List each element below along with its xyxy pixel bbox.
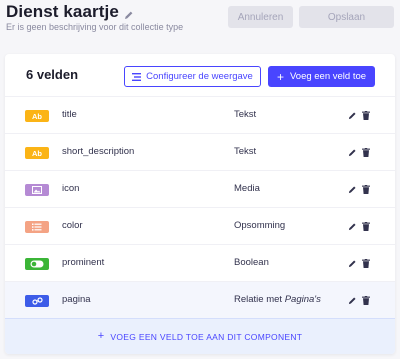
- field-name: prominent: [62, 257, 105, 268]
- header: Dienst kaartje Er is geen beschrijving v…: [0, 0, 400, 54]
- field-list: Ab title Tekst Ab short_description Teks…: [5, 96, 395, 318]
- field-type: Boolean: [234, 257, 269, 268]
- field-row[interactable]: color Opsomming: [5, 207, 395, 244]
- relation-icon: [25, 295, 49, 307]
- field-name: title: [62, 109, 77, 120]
- relation-target: Pagina's: [284, 294, 321, 305]
- edit-icon[interactable]: [348, 185, 357, 194]
- field-name: pagina: [62, 294, 91, 305]
- field-row[interactable]: pagina Relatie met Pagina's: [5, 281, 395, 318]
- field-row[interactable]: prominent Boolean: [5, 244, 395, 281]
- field-type: Media: [234, 183, 260, 194]
- field-name: color: [62, 220, 83, 231]
- enumeration-icon: [25, 221, 49, 233]
- fields-card: 6 velden Configureer de weergave + Voeg …: [5, 54, 395, 354]
- add-field-button[interactable]: + Voeg een veld toe: [268, 66, 375, 87]
- configure-view-button[interactable]: Configureer de weergave: [124, 66, 261, 87]
- trash-icon[interactable]: [362, 222, 370, 231]
- field-type: Tekst: [234, 109, 257, 120]
- edit-icon[interactable]: [348, 222, 357, 231]
- field-name: short_description: [62, 146, 135, 157]
- field-row[interactable]: Ab short_description Tekst: [5, 133, 395, 170]
- edit-icon[interactable]: [348, 148, 357, 157]
- text-icon: Ab: [25, 110, 49, 122]
- field-name: icon: [62, 183, 80, 194]
- field-row[interactable]: Ab title Tekst: [5, 96, 395, 133]
- trash-icon[interactable]: [362, 259, 370, 268]
- field-type: Opsomming: [234, 220, 286, 231]
- relation-type: Relatie met: [234, 294, 283, 305]
- media-icon: [25, 184, 49, 196]
- trash-icon[interactable]: [362, 111, 370, 120]
- page-title: Dienst kaartje: [6, 2, 119, 21]
- cancel-button[interactable]: Annuleren: [228, 6, 293, 28]
- plus-icon: +: [276, 69, 284, 84]
- field-row[interactable]: icon Media: [5, 170, 395, 207]
- trash-icon[interactable]: [362, 148, 370, 157]
- trash-icon[interactable]: [362, 185, 370, 194]
- boolean-icon: [25, 258, 49, 270]
- page-subtitle: Er is geen beschrijving voor dit collect…: [6, 22, 184, 32]
- list-settings-icon: [132, 72, 142, 81]
- trash-icon[interactable]: [362, 296, 370, 305]
- save-button[interactable]: Opslaan: [299, 6, 394, 28]
- card-header: 6 velden Configureer de weergave + Voeg …: [5, 54, 395, 96]
- configure-view-label: Configureer de weergave: [146, 71, 253, 82]
- add-component-field-button[interactable]: + VOEG EEN VELD TOE AAN DIT COMPONENT: [5, 318, 395, 354]
- add-field-label: Voeg een veld toe: [289, 71, 367, 82]
- edit-icon[interactable]: [348, 111, 357, 120]
- field-type: Tekst: [234, 146, 257, 157]
- add-component-label: VOEG EEN VELD TOE AAN DIT COMPONENT: [110, 331, 303, 342]
- pencil-icon[interactable]: [124, 7, 134, 19]
- field-type: Relatie met Pagina's: [234, 294, 321, 305]
- edit-icon[interactable]: [348, 296, 357, 305]
- text-icon: Ab: [25, 147, 49, 159]
- plus-icon: +: [97, 330, 105, 342]
- title-row: Dienst kaartje: [6, 2, 134, 22]
- edit-icon[interactable]: [348, 259, 357, 268]
- field-count: 6 velden: [26, 67, 79, 82]
